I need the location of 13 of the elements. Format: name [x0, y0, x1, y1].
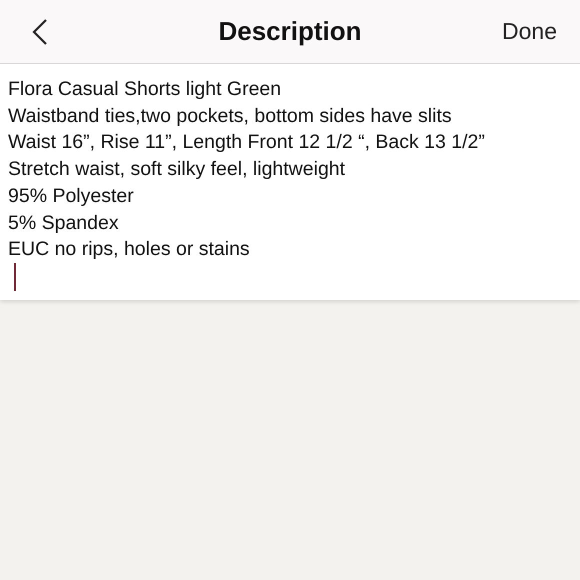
description-line: Stretch waist, soft silky feel, lightweight: [8, 157, 346, 182]
description-line: Waistband ties,two pockets, bottom sides have slits: [8, 104, 453, 129]
description-line: 5% Spandex: [8, 210, 120, 236]
description-line: 95% Polyester: [8, 184, 135, 209]
done-button[interactable]: Done: [502, 18, 557, 45]
back-button[interactable]: [32, 18, 48, 46]
text-cursor: [14, 262, 16, 291]
description-line: EUC no rips, holes or stains: [8, 237, 251, 262]
description-text-area[interactable]: [0, 64, 580, 300]
description-line: Waist 16”, Rise 11”, Length Front 12 1/2 “, Back 13 1/2”: [8, 130, 486, 156]
back-chevron-icon: [32, 18, 48, 46]
screen-title: Description: [218, 16, 362, 47]
description-line: Flora Casual Shorts light Green: [8, 77, 282, 102]
